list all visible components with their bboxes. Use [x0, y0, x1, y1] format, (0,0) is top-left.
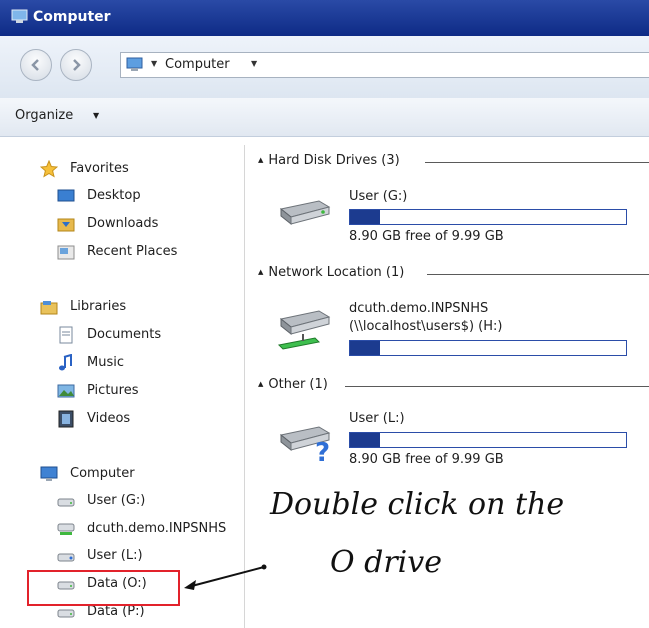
drive-usage-fill [350, 210, 381, 224]
unknown-drive-icon: ? [279, 426, 331, 468]
drive-tile-network-location[interactable] [275, 301, 333, 361]
collapse-triangle-icon[interactable]: ▲ [258, 268, 263, 276]
drive-name-line2: (\\localhost\users$) (H:) [349, 319, 503, 334]
group-label: Network Location (1) [268, 265, 405, 280]
sidebar-item-label: Music [87, 355, 124, 370]
hard-drive-icon [279, 200, 331, 226]
chevron-down-icon[interactable]: ▼ [251, 59, 257, 68]
pictures-icon [57, 384, 75, 398]
drive-tile-user-l[interactable]: ? [275, 417, 333, 471]
forward-arrow-icon [73, 59, 81, 71]
drive-name: User (G:) [349, 189, 408, 204]
window-title: Computer [33, 9, 111, 25]
sidebar-favorites-label: Favorites [70, 161, 129, 176]
libraries-icon [40, 301, 58, 315]
group-header-hard-disk-drives[interactable]: ▲ Hard Disk Drives (3) [258, 153, 400, 168]
computer-icon [40, 466, 58, 481]
sidebar-item-label: Data (P:) [87, 604, 145, 619]
group-divider [345, 386, 649, 387]
highlight-box [27, 570, 180, 606]
videos-icon [58, 410, 74, 428]
drive-name: User (L:) [349, 411, 405, 426]
music-note-icon [59, 354, 72, 371]
group-header-network-location[interactable]: ▲ Network Location (1) [258, 265, 404, 280]
drive-usage-fill [350, 341, 381, 355]
computer-icon [11, 9, 28, 23]
desktop-icon [57, 189, 75, 202]
back-button[interactable] [20, 49, 52, 81]
annotation-arrow-icon [184, 564, 267, 590]
svg-text:?: ? [315, 438, 330, 467]
annotation-line1: Double click on the [270, 487, 565, 522]
main-content: ▲ Hard Disk Drives (3) User (G:) 8.90 GB … [245, 137, 649, 628]
sidebar-item-label: User (L:) [87, 548, 143, 563]
drive-usage-bar [349, 340, 627, 356]
drive-icon [57, 498, 75, 507]
sidebar-item-label: Desktop [87, 188, 141, 203]
group-label: Hard Disk Drives (3) [268, 153, 400, 168]
drive-free-space: 8.90 GB free of 9.99 GB [349, 229, 504, 244]
navigation-bar: ▼ Computer ▼ [0, 36, 649, 99]
document-icon [59, 326, 73, 344]
forward-button[interactable] [60, 49, 92, 81]
sidebar-item-label: Documents [87, 327, 162, 342]
drive-name-line1: dcuth.demo.INPSNHS [349, 301, 489, 316]
network-drive-icon [277, 310, 331, 350]
drive-usage-bar [349, 432, 627, 448]
organize-button[interactable]: Organize [15, 108, 73, 123]
drive-free-space: 8.90 GB free of 9.99 GB [349, 452, 504, 467]
title-bar: Computer [0, 0, 649, 36]
drive-icon [57, 553, 75, 562]
command-bar: Organize ▼ [0, 98, 649, 137]
sidebar-item-label: Pictures [87, 383, 139, 398]
drive-usage-fill [350, 433, 381, 447]
sidebar-item-label: Recent Places [87, 244, 178, 259]
sidebar-libraries-label: Libraries [70, 299, 127, 314]
sidebar-item-label: dcuth.demo.INPSNHS [87, 521, 227, 536]
chevron-down-icon[interactable]: ▼ [151, 59, 157, 68]
breadcrumb-computer[interactable]: Computer [165, 57, 230, 72]
back-arrow-icon [31, 59, 39, 71]
network-drive-icon [57, 523, 75, 535]
chevron-down-icon[interactable]: ▼ [93, 111, 99, 120]
group-label: Other (1) [268, 377, 328, 392]
star-icon [40, 160, 58, 178]
drive-usage-bar [349, 209, 627, 225]
annotation-line2: O drive [330, 545, 442, 580]
drive-tile-user-g[interactable] [275, 191, 333, 239]
group-header-other[interactable]: ▲ Other (1) [258, 377, 328, 392]
collapse-triangle-icon[interactable]: ▲ [258, 156, 263, 164]
group-divider [427, 274, 649, 275]
sidebar-item-label: Downloads [87, 216, 159, 231]
recent-places-icon [57, 245, 75, 260]
sidebar-item-label: User (G:) [87, 493, 146, 508]
computer-icon [126, 57, 143, 71]
address-bar[interactable]: ▼ Computer ▼ [120, 52, 649, 78]
group-divider [425, 162, 649, 163]
sidebar-item-label: Videos [87, 411, 131, 426]
collapse-triangle-icon[interactable]: ▲ [258, 380, 263, 388]
downloads-folder-icon [57, 218, 75, 232]
sidebar-computer-label: Computer [70, 466, 135, 481]
